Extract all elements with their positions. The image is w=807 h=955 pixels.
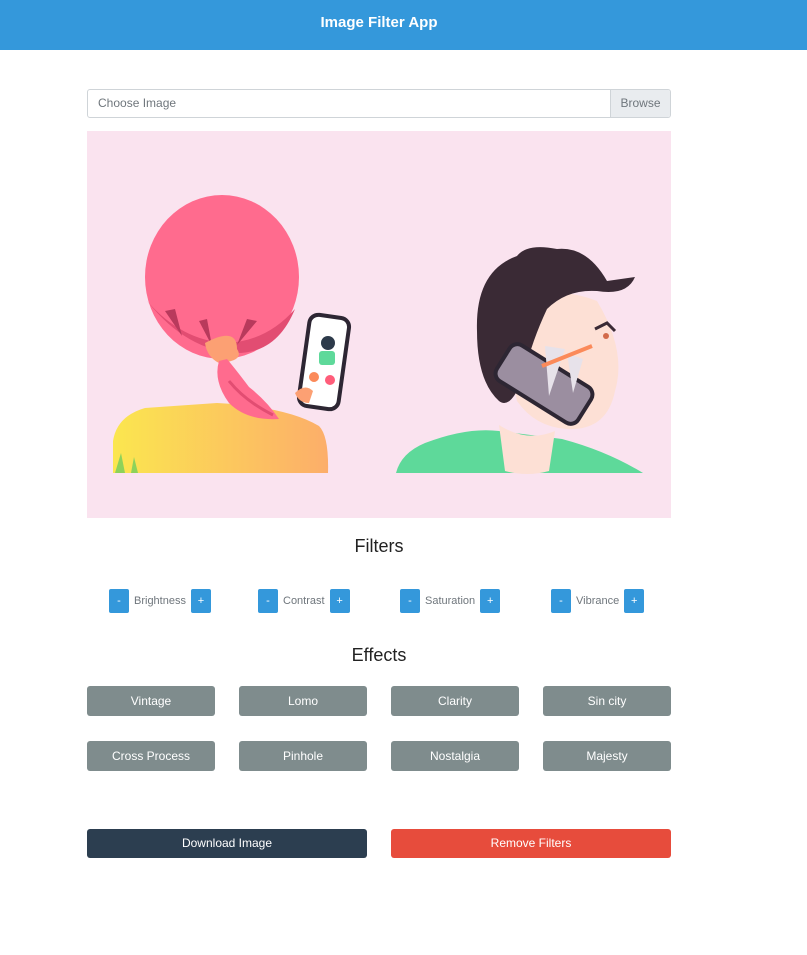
- effects-title: Effects: [351, 645, 407, 665]
- cross-process-effect-button[interactable]: Cross Process: [87, 741, 215, 771]
- vibrance-label: Vibrance: [576, 595, 620, 607]
- image-canvas: [87, 131, 671, 518]
- vibrance-increase-button[interactable]: +: [624, 589, 645, 613]
- vintage-effect-button[interactable]: Vintage: [87, 686, 215, 716]
- saturation-increase-button[interactable]: +: [480, 589, 501, 613]
- saturation-decrease-button[interactable]: -: [400, 589, 420, 613]
- app-title: Image Filter App: [320, 14, 438, 31]
- clarity-effect-button[interactable]: Clarity: [391, 686, 519, 716]
- phone-call-illustration: [113, 195, 643, 474]
- brightness-increase-button[interactable]: +: [190, 589, 211, 613]
- saturation-label: Saturation: [425, 595, 476, 607]
- download-image-button[interactable]: Download Image: [87, 829, 367, 858]
- nostalgia-effect-button[interactable]: Nostalgia: [391, 741, 519, 771]
- pinhole-effect-button[interactable]: Pinhole: [239, 741, 367, 771]
- remove-filters-button[interactable]: Remove Filters: [391, 829, 671, 858]
- vibrance-control: - Vibrance +: [551, 589, 645, 613]
- contrast-increase-button[interactable]: +: [329, 589, 350, 613]
- contrast-control: - Contrast +: [258, 589, 350, 613]
- brightness-decrease-button[interactable]: -: [109, 589, 129, 613]
- filters-title: Filters: [354, 536, 404, 556]
- contrast-decrease-button[interactable]: -: [258, 589, 278, 613]
- contrast-label: Contrast: [283, 595, 325, 607]
- browse-button[interactable]: Browse: [610, 90, 670, 117]
- image-file-input[interactable]: Choose Image Browse: [87, 89, 671, 118]
- vibrance-decrease-button[interactable]: -: [551, 589, 571, 613]
- brightness-label: Brightness: [134, 595, 186, 607]
- sin-city-effect-button[interactable]: Sin city: [543, 686, 671, 716]
- lomo-effect-button[interactable]: Lomo: [239, 686, 367, 716]
- navbar: Image Filter App: [0, 0, 807, 50]
- saturation-control: - Saturation +: [400, 589, 501, 613]
- majesty-effect-button[interactable]: Majesty: [543, 741, 671, 771]
- brightness-control: - Brightness +: [109, 589, 211, 613]
- file-input-placeholder[interactable]: Choose Image: [98, 90, 176, 117]
